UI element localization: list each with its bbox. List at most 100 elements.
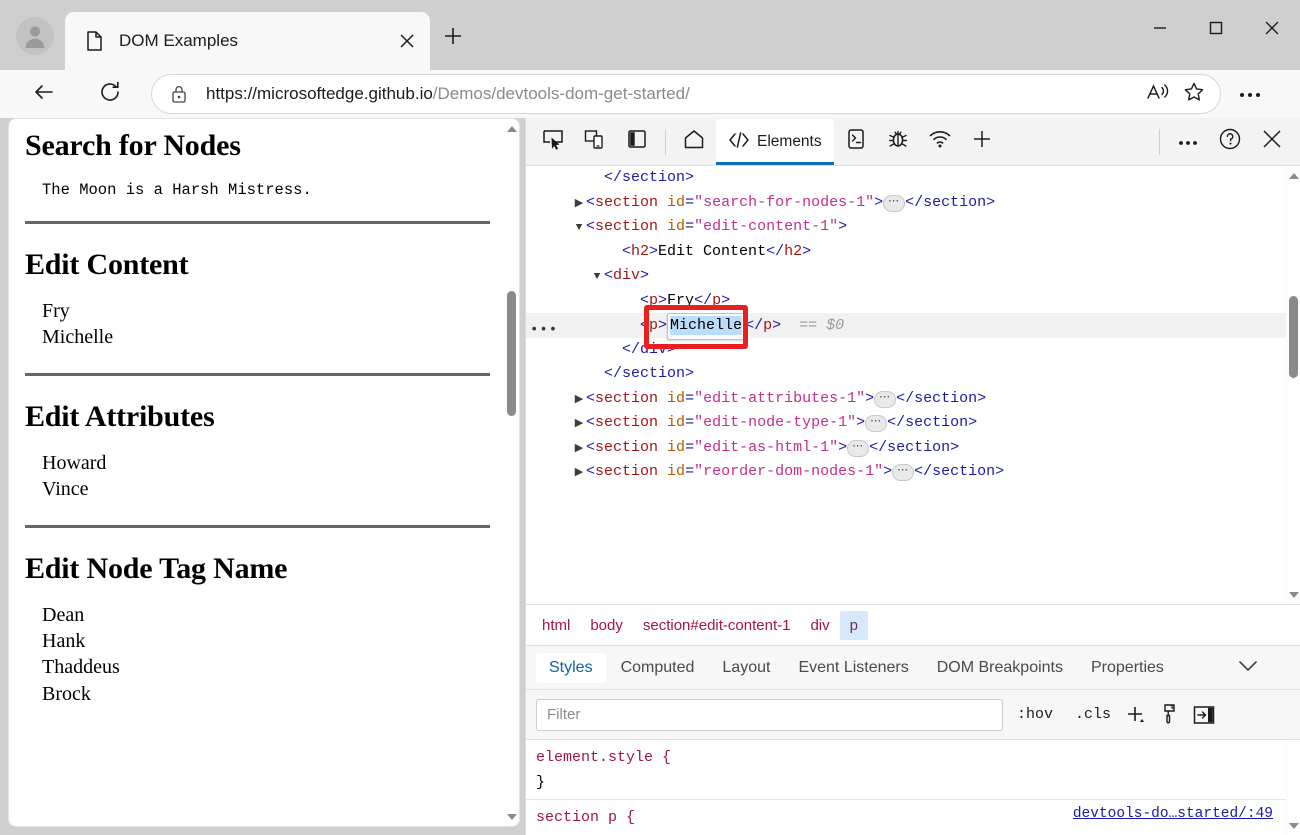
- window-close-button[interactable]: [1244, 0, 1300, 56]
- dom-tree-row[interactable]: ▼<section id="edit-content-1">: [526, 215, 1300, 240]
- dom-tree-row[interactable]: </section>: [526, 166, 1300, 191]
- bracket: <: [586, 194, 595, 211]
- scroll-down-arrow[interactable]: [1286, 818, 1300, 833]
- collapse-triangle-icon[interactable]: ▼: [590, 265, 604, 290]
- tab-styles[interactable]: Styles: [536, 653, 606, 683]
- dom-tree-row[interactable]: </div>: [526, 338, 1300, 363]
- expand-ellipsis-icon[interactable]: ⋯: [892, 464, 914, 481]
- dom-tree-row[interactable]: ▶<section id="edit-as-html-1">⋯</section…: [526, 436, 1300, 461]
- minimize-button[interactable]: [1132, 0, 1188, 56]
- bracket: >: [772, 317, 781, 334]
- expand-ellipsis-icon[interactable]: ⋯: [847, 440, 869, 457]
- devtools-help-button[interactable]: [1211, 123, 1249, 161]
- collapse-triangle-icon[interactable]: ▼: [572, 216, 586, 241]
- scroll-thumb[interactable]: [1289, 296, 1298, 378]
- dock-side-button[interactable]: [618, 123, 656, 161]
- dom-tree-row-selected[interactable]: •••<p>Michelle</p> == $0: [526, 313, 1300, 338]
- chevron-down-icon[interactable]: [1229, 655, 1267, 680]
- tab-event-listeners[interactable]: Event Listeners: [785, 653, 921, 683]
- rule-selector[interactable]: section p {: [536, 809, 635, 826]
- tab-console[interactable]: [837, 123, 875, 161]
- dom-tree-row[interactable]: <h2>Edit Content</h2>: [526, 240, 1300, 265]
- url-text: https://microsoftedge.github.io/Demos/de…: [192, 84, 1140, 104]
- read-aloud-button[interactable]: [1140, 76, 1176, 112]
- new-style-rule-button[interactable]: [1119, 700, 1153, 730]
- cls-button[interactable]: .cls: [1067, 701, 1119, 728]
- expand-ellipsis-icon[interactable]: ⋯: [865, 415, 887, 432]
- dom-tree-row[interactable]: </section>: [526, 362, 1300, 387]
- expand-triangle-icon[interactable]: ▶: [558, 831, 566, 835]
- devtools-close-button[interactable]: [1253, 123, 1291, 161]
- page-scrollbar[interactable]: [504, 119, 519, 826]
- more-tools-button[interactable]: [963, 123, 1001, 161]
- expand-ellipsis-icon[interactable]: ⋯: [874, 391, 896, 408]
- window-controls: [1132, 0, 1300, 56]
- browser-settings-button[interactable]: [1232, 76, 1268, 112]
- scroll-down-arrow[interactable]: [504, 809, 519, 824]
- tab-computed[interactable]: Computed: [608, 653, 708, 683]
- hov-button[interactable]: :hov: [1009, 701, 1061, 728]
- styles-pane[interactable]: element.style {} section p { devtools-do…s…: [526, 740, 1300, 835]
- breadcrumb-item-body[interactable]: body: [580, 611, 633, 640]
- expand-triangle-icon[interactable]: ▶: [572, 437, 586, 462]
- breadcrumb-item-section[interactable]: section#edit-content-1: [633, 611, 801, 640]
- style-rule[interactable]: section p { devtools-do…started/:49 ▶ marg…: [526, 799, 1300, 835]
- tab-title: DOM Examples: [119, 31, 392, 51]
- section-paragraph: Thaddeus: [42, 654, 490, 680]
- dom-tree-row[interactable]: ▶<section id="edit-node-type-1">⋯</secti…: [526, 411, 1300, 436]
- inline-edit-field[interactable]: Michelle: [667, 313, 745, 340]
- dom-tree-row[interactable]: <p>Fry</p>: [526, 289, 1300, 314]
- tab-close-button[interactable]: [392, 26, 422, 56]
- back-button[interactable]: [26, 76, 62, 112]
- expand-triangle-icon[interactable]: ▶: [572, 412, 586, 437]
- scroll-up-arrow[interactable]: [504, 121, 519, 136]
- style-rule[interactable]: element.style {}: [526, 740, 1300, 799]
- new-tab-button[interactable]: [435, 20, 471, 56]
- browser-tab[interactable]: DOM Examples: [65, 12, 430, 70]
- scroll-up-arrow[interactable]: [1286, 168, 1300, 183]
- tab-dom-breakpoints[interactable]: DOM Breakpoints: [924, 653, 1076, 683]
- filter-input[interactable]: [536, 699, 1003, 731]
- section-paragraph: Fry: [42, 298, 490, 324]
- tab-sources[interactable]: [879, 123, 917, 161]
- device-emulation-button[interactable]: [576, 123, 614, 161]
- dom-tree-scrollbar[interactable]: [1286, 166, 1300, 604]
- inspect-element-button[interactable]: [534, 123, 572, 161]
- bracket: <: [586, 414, 595, 431]
- expand-triangle-icon[interactable]: ▶: [572, 388, 586, 413]
- toggle-computed-sidebar-button[interactable]: [1187, 700, 1221, 730]
- scroll-thumb[interactable]: [507, 291, 516, 416]
- dom-tree[interactable]: </section>▶<section id="search-for-nodes…: [526, 166, 1300, 604]
- styles-pane-tabs: Styles Computed Layout Event Listeners D…: [526, 646, 1300, 690]
- dom-tree-row[interactable]: ▶<section id="edit-attributes-1">⋯</sect…: [526, 387, 1300, 412]
- scroll-down-arrow[interactable]: [1286, 587, 1300, 602]
- section-heading: Edit Content: [25, 248, 490, 282]
- dom-tree-row[interactable]: ▶<section id="search-for-nodes-1">⋯</sec…: [526, 191, 1300, 216]
- expand-ellipsis-icon[interactable]: ⋯: [883, 195, 905, 212]
- breadcrumb-item-p[interactable]: p: [840, 611, 868, 640]
- expand-triangle-icon[interactable]: ▶: [572, 461, 586, 486]
- tab-elements[interactable]: Elements: [716, 119, 834, 165]
- expand-triangle-icon[interactable]: ▶: [572, 192, 586, 217]
- address-bar[interactable]: https://microsoftedge.github.io/Demos/de…: [151, 74, 1221, 114]
- tab-network[interactable]: [921, 123, 959, 161]
- breadcrumb-item-html[interactable]: html: [532, 611, 580, 640]
- devtools-more-button[interactable]: [1169, 123, 1207, 161]
- devtools-home-button[interactable]: [675, 123, 713, 161]
- profile-button[interactable]: [16, 17, 54, 55]
- bracket: </section>: [914, 463, 1004, 480]
- tab-layout[interactable]: Layout: [709, 653, 783, 683]
- tab-properties[interactable]: Properties: [1078, 653, 1177, 683]
- reload-button[interactable]: [92, 76, 128, 112]
- style-declaration[interactable]: ▶ margin: 0 0 0 1rem;: [536, 830, 1291, 835]
- breadcrumb-item-div[interactable]: div: [800, 611, 839, 640]
- print-media-button[interactable]: [1153, 700, 1187, 730]
- maximize-button[interactable]: [1188, 0, 1244, 56]
- styles-scrollbar[interactable]: [1286, 740, 1300, 835]
- stylesheet-source-link[interactable]: devtools-do…started/:49: [1073, 806, 1273, 822]
- rule-selector[interactable]: element.style {: [536, 749, 671, 766]
- dom-tree-row[interactable]: ▶<section id="reorder-dom-nodes-1">⋯</se…: [526, 460, 1300, 485]
- dom-tree-row[interactable]: ▼<div>: [526, 264, 1300, 289]
- favorite-button[interactable]: [1176, 76, 1212, 112]
- page-icon: [83, 30, 105, 52]
